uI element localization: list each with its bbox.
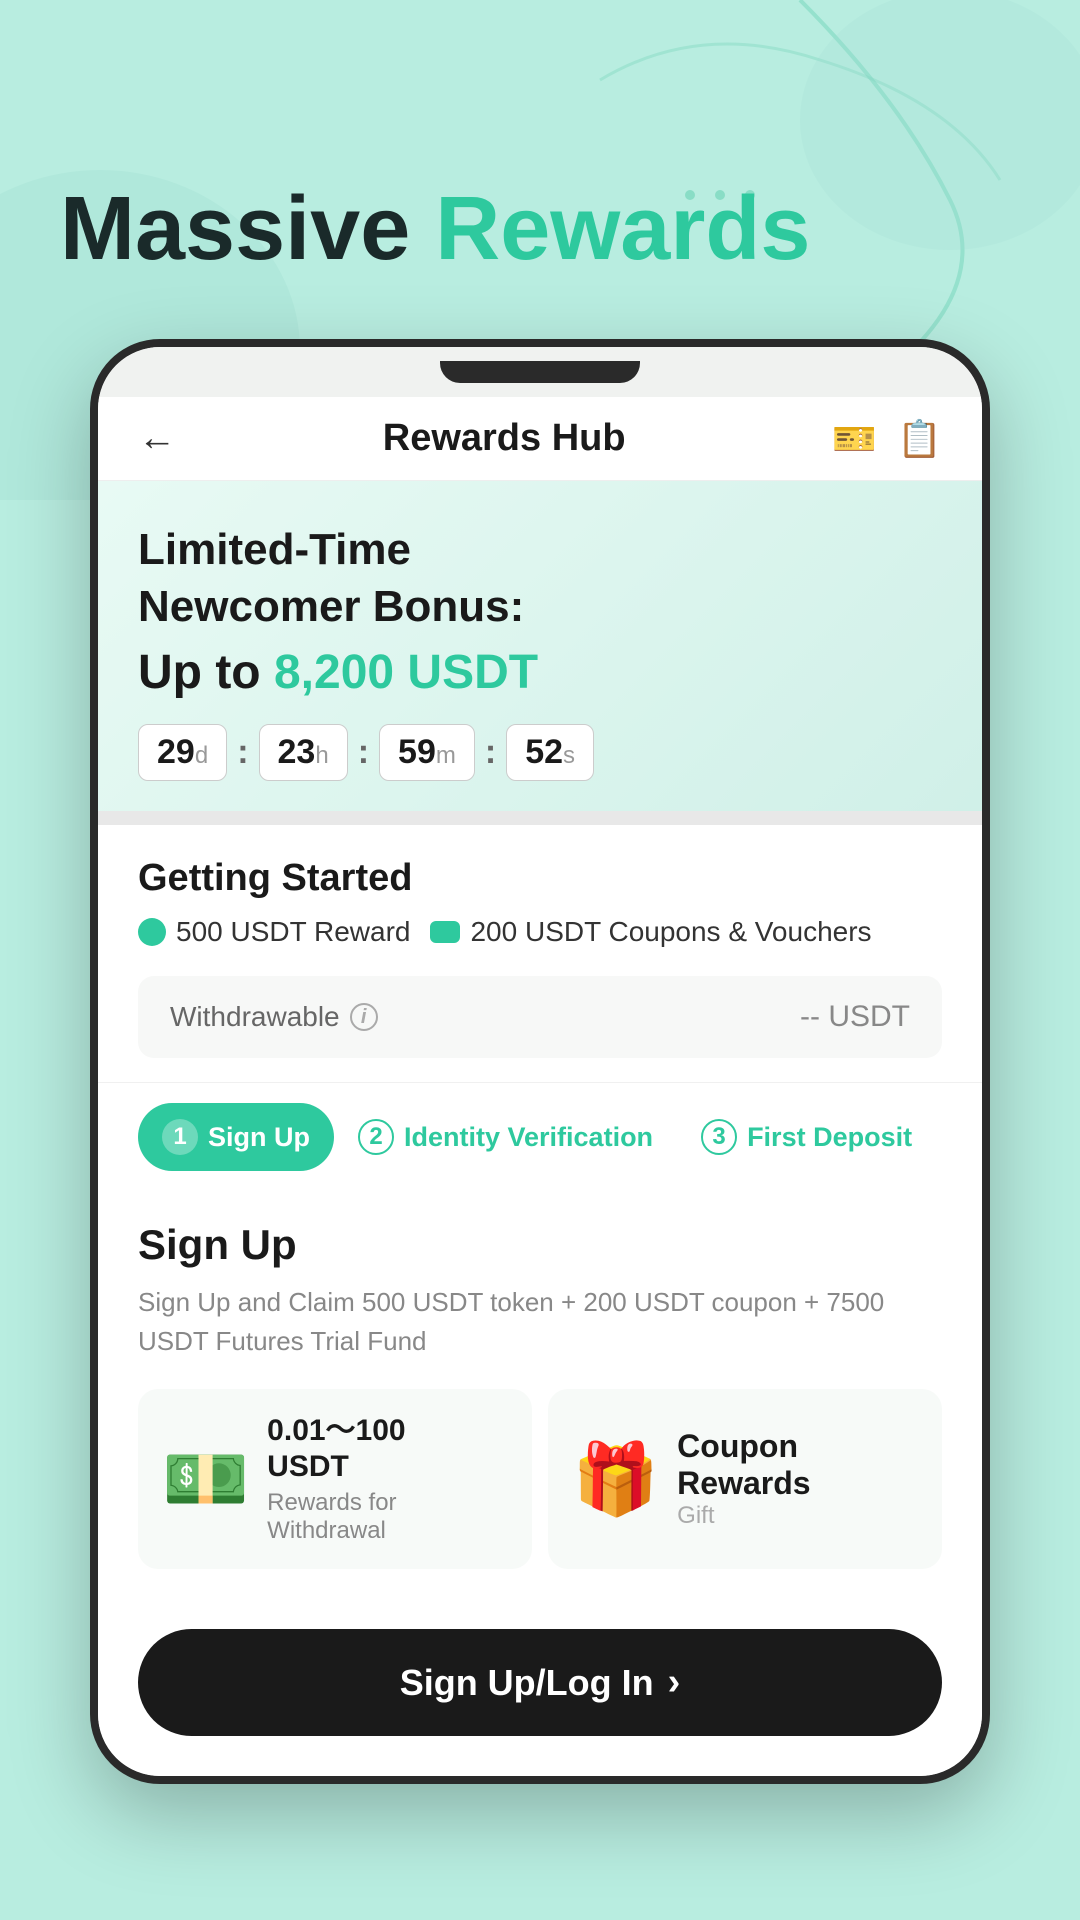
reward-amount-value: 0.01～100 USDT (267, 1413, 508, 1485)
reward-sub-label: Rewards for Withdrawal (267, 1489, 508, 1545)
banner-amount-value: 8,200 USDT (274, 646, 538, 699)
ticket-badge-icon (430, 921, 460, 943)
banner-amount: Up to 8,200 USDT (138, 645, 942, 700)
coupon-reward-type: Gift (677, 1502, 918, 1530)
coupon-reward-name: Coupon Rewards (677, 1428, 918, 1502)
headline-prefix: Massive (60, 179, 435, 279)
signup-card: Sign Up Sign Up and Claim 500 USDT token… (98, 1191, 982, 1605)
step-circle-1: 1 (162, 1119, 198, 1155)
countdown-sep-1: : (237, 733, 248, 772)
badge-coupon-label: 200 USDT Coupons & Vouchers (470, 916, 871, 948)
gift-emoji-icon: 🎁 (572, 1444, 659, 1514)
countdown-minutes: 59m (379, 724, 475, 781)
step-label-identity: Identity Verification (404, 1122, 653, 1153)
signup-card-title: Sign Up (138, 1221, 942, 1269)
app-header: ← Rewards Hub 🎫 📋 (98, 397, 982, 481)
bottom-btn-area: Sign Up/Log In › (98, 1605, 982, 1776)
badge-reward-label: 500 USDT Reward (176, 916, 410, 948)
clipboard-icon[interactable]: 📋 (897, 418, 942, 460)
rewards-row: 💵 0.01～100 USDT Rewards for Withdrawal 🎁… (138, 1389, 942, 1569)
section-divider-1 (98, 811, 982, 825)
info-icon[interactable]: i (350, 1003, 378, 1031)
step-circle-2: 2 (358, 1119, 394, 1155)
reward-card-cash: 💵 0.01～100 USDT Rewards for Withdrawal (138, 1389, 532, 1569)
badge-reward: 500 USDT Reward (138, 916, 410, 948)
steps-tabs: 1 Sign Up 2 Identity Verification 3 Firs… (98, 1082, 982, 1191)
headline-highlight: Rewards (435, 179, 810, 279)
getting-started-badges: 500 USDT Reward 200 USDT Coupons & Vouch… (138, 916, 942, 948)
banner-amount-prefix: Up to (138, 646, 274, 699)
badge-coupon: 200 USDT Coupons & Vouchers (430, 916, 871, 948)
cash-emoji-icon: 💵 (162, 1444, 249, 1514)
withdrawable-label: Withdrawable i (170, 1001, 378, 1033)
back-button[interactable]: ← (138, 417, 176, 460)
banner-title: Limited-Time Newcomer Bonus: (138, 521, 942, 635)
green-dot-icon (138, 918, 166, 946)
step-label-deposit: First Deposit (747, 1122, 912, 1153)
reward-card-coupon: 🎁 Coupon Rewards Gift (548, 1389, 942, 1569)
countdown-days: 29d (138, 724, 227, 781)
banner-title-line1: Limited-Time (138, 525, 411, 574)
withdrawable-box: Withdrawable i -- USDT (138, 976, 942, 1058)
page-headline: Massive Rewards (0, 0, 1080, 319)
step-label-signup: Sign Up (208, 1122, 310, 1153)
step-tab-signup[interactable]: 1 Sign Up (138, 1103, 334, 1171)
header-icons: 🎫 📋 (832, 418, 942, 460)
countdown: 29d : 23h : 59m : 52s (138, 724, 942, 781)
banner-title-line2: Newcomer Bonus: (138, 582, 524, 631)
step-circle-3: 3 (701, 1119, 737, 1155)
step-tab-deposit[interactable]: 3 First Deposit (677, 1103, 936, 1171)
countdown-sep-2: : (358, 733, 369, 772)
getting-started-section: Getting Started 500 USDT Reward 200 USDT… (98, 825, 982, 1082)
getting-started-title: Getting Started (138, 857, 942, 900)
ticket-icon[interactable]: 🎫 (832, 418, 877, 460)
reward-info-cash: 0.01～100 USDT Rewards for Withdrawal (267, 1413, 508, 1545)
phone-notch (440, 361, 640, 383)
countdown-seconds: 52s (506, 724, 594, 781)
arrow-icon: › (668, 1661, 681, 1704)
reward-info-coupon: Coupon Rewards Gift (677, 1428, 918, 1530)
withdrawable-value: -- USDT (800, 1000, 910, 1034)
withdrawable-text: Withdrawable (170, 1001, 340, 1033)
signup-card-desc: Sign Up and Claim 500 USDT token + 200 U… (138, 1283, 942, 1361)
signup-login-button[interactable]: Sign Up/Log In › (138, 1629, 942, 1736)
signup-btn-label: Sign Up/Log In (400, 1662, 654, 1704)
phone-frame: ← Rewards Hub 🎫 📋 Limited-Time Newcomer … (90, 339, 990, 1784)
phone-top-bar (98, 347, 982, 397)
countdown-sep-3: : (485, 733, 496, 772)
banner-section: Limited-Time Newcomer Bonus: Up to 8,200… (98, 481, 982, 811)
countdown-hours: 23h (259, 724, 348, 781)
step-tab-identity[interactable]: 2 Identity Verification (334, 1103, 677, 1171)
header-title: Rewards Hub (383, 417, 626, 460)
